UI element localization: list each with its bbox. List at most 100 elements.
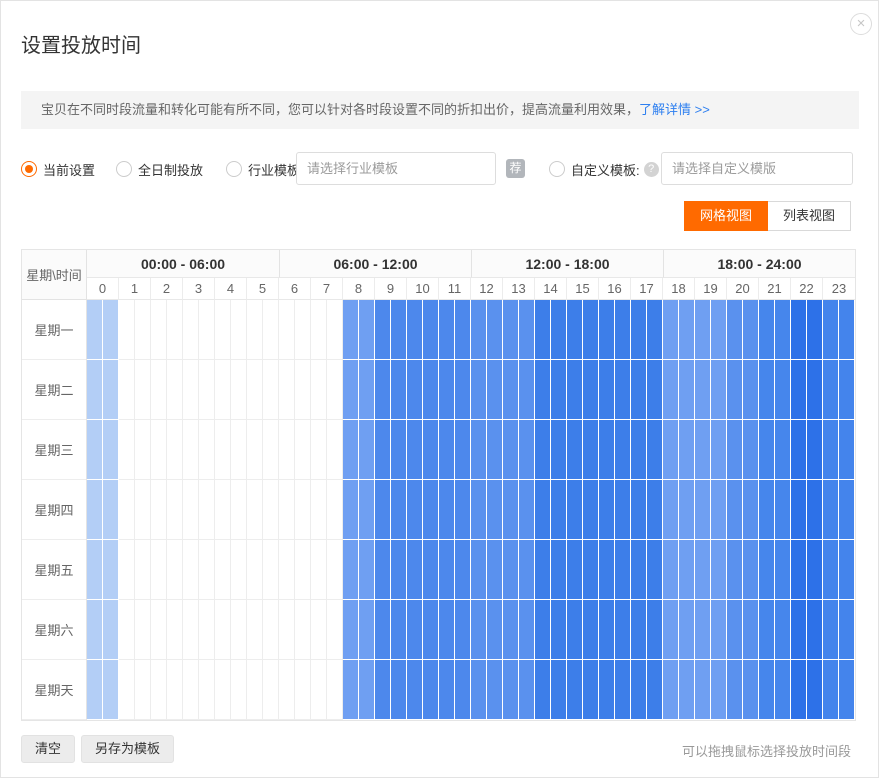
time-cell[interactable] xyxy=(183,480,199,540)
time-cell[interactable] xyxy=(183,540,199,600)
time-cell[interactable] xyxy=(375,600,391,660)
time-cell[interactable] xyxy=(631,420,647,480)
time-cell[interactable] xyxy=(535,480,551,540)
time-cell[interactable] xyxy=(375,540,391,600)
time-cell[interactable] xyxy=(535,600,551,660)
time-cell[interactable] xyxy=(695,420,711,480)
time-cell[interactable] xyxy=(679,300,695,360)
time-cell[interactable] xyxy=(423,300,439,360)
time-cell[interactable] xyxy=(135,420,151,480)
time-cell[interactable] xyxy=(263,420,279,480)
time-cell[interactable] xyxy=(279,360,295,420)
time-cell[interactable] xyxy=(807,480,823,540)
time-cell[interactable] xyxy=(711,360,727,420)
time-cell[interactable] xyxy=(199,420,215,480)
time-cell[interactable] xyxy=(823,420,839,480)
time-cell[interactable] xyxy=(375,480,391,540)
time-cell[interactable] xyxy=(87,540,103,600)
time-cell[interactable] xyxy=(391,300,407,360)
time-cell[interactable] xyxy=(727,660,743,720)
learn-more-link[interactable]: 了解详情 >> xyxy=(639,102,710,117)
time-cell[interactable] xyxy=(503,420,519,480)
time-cell[interactable] xyxy=(695,660,711,720)
time-cell[interactable] xyxy=(791,540,807,600)
time-cell[interactable] xyxy=(455,660,471,720)
time-cell[interactable] xyxy=(407,480,423,540)
time-cell[interactable] xyxy=(471,300,487,360)
time-cell[interactable] xyxy=(103,480,119,540)
time-cell[interactable] xyxy=(519,600,535,660)
time-cell[interactable] xyxy=(215,480,231,540)
time-cell[interactable] xyxy=(679,660,695,720)
time-cell[interactable] xyxy=(231,420,247,480)
time-cell[interactable] xyxy=(551,600,567,660)
time-cell[interactable] xyxy=(695,480,711,540)
time-cell[interactable] xyxy=(615,480,631,540)
time-cell[interactable] xyxy=(583,420,599,480)
time-cell[interactable] xyxy=(279,600,295,660)
time-cell[interactable] xyxy=(119,540,135,600)
time-cell[interactable] xyxy=(151,540,167,600)
time-cell[interactable] xyxy=(407,360,423,420)
time-cell[interactable] xyxy=(295,300,311,360)
time-cell[interactable] xyxy=(679,600,695,660)
time-cell[interactable] xyxy=(807,540,823,600)
time-cell[interactable] xyxy=(743,600,759,660)
time-cell[interactable] xyxy=(279,480,295,540)
time-cell[interactable] xyxy=(631,300,647,360)
time-cell[interactable] xyxy=(791,360,807,420)
time-cell[interactable] xyxy=(183,420,199,480)
time-cell[interactable] xyxy=(295,600,311,660)
time-cell[interactable] xyxy=(167,300,183,360)
time-cell[interactable] xyxy=(599,660,615,720)
time-cell[interactable] xyxy=(103,660,119,720)
custom-template-input[interactable] xyxy=(661,152,853,185)
time-cell[interactable] xyxy=(263,360,279,420)
time-cell[interactable] xyxy=(455,480,471,540)
time-cell[interactable] xyxy=(487,600,503,660)
time-cell[interactable] xyxy=(199,600,215,660)
time-cell[interactable] xyxy=(183,300,199,360)
time-cell[interactable] xyxy=(279,660,295,720)
time-cell[interactable] xyxy=(727,420,743,480)
time-cell[interactable] xyxy=(87,660,103,720)
time-cell[interactable] xyxy=(391,660,407,720)
time-cell[interactable] xyxy=(423,600,439,660)
time-cell[interactable] xyxy=(215,360,231,420)
time-cell[interactable] xyxy=(551,420,567,480)
time-cell[interactable] xyxy=(135,360,151,420)
time-cell[interactable] xyxy=(327,660,343,720)
radio-all-day[interactable]: 全日制投放 xyxy=(116,152,203,186)
time-cell[interactable] xyxy=(583,540,599,600)
time-cell[interactable] xyxy=(743,360,759,420)
time-cell[interactable] xyxy=(791,480,807,540)
time-cell[interactable] xyxy=(247,420,263,480)
time-cell[interactable] xyxy=(295,540,311,600)
time-cell[interactable] xyxy=(119,420,135,480)
time-cell[interactable] xyxy=(615,360,631,420)
time-cell[interactable] xyxy=(311,600,327,660)
time-cell[interactable] xyxy=(327,300,343,360)
time-cell[interactable] xyxy=(407,540,423,600)
time-cell[interactable] xyxy=(647,540,663,600)
time-cell[interactable] xyxy=(535,300,551,360)
time-cell[interactable] xyxy=(647,300,663,360)
time-cell[interactable] xyxy=(311,300,327,360)
time-cell[interactable] xyxy=(567,360,583,420)
time-cell[interactable] xyxy=(183,600,199,660)
time-cell[interactable] xyxy=(567,420,583,480)
time-cell[interactable] xyxy=(631,660,647,720)
time-cell[interactable] xyxy=(727,540,743,600)
time-cell[interactable] xyxy=(167,420,183,480)
time-cell[interactable] xyxy=(391,540,407,600)
time-cell[interactable] xyxy=(823,480,839,540)
time-cell[interactable] xyxy=(711,300,727,360)
time-cell[interactable] xyxy=(663,420,679,480)
time-cell[interactable] xyxy=(423,480,439,540)
time-cell[interactable] xyxy=(215,300,231,360)
time-cell[interactable] xyxy=(839,600,855,660)
help-icon[interactable]: ? xyxy=(644,162,659,177)
time-cell[interactable] xyxy=(567,600,583,660)
time-cell[interactable] xyxy=(247,360,263,420)
time-cell[interactable] xyxy=(599,300,615,360)
